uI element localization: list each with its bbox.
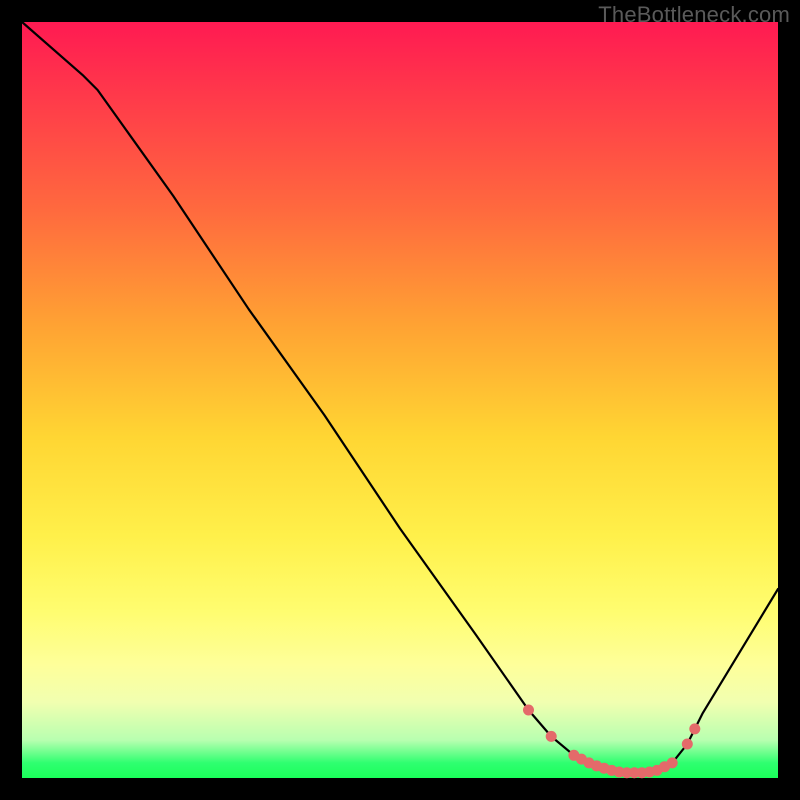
marker-point (667, 757, 678, 768)
marker-point (682, 739, 693, 750)
chart-svg (22, 22, 778, 778)
plot-area (22, 22, 778, 778)
marker-point (546, 731, 557, 742)
marker-group (523, 705, 700, 779)
marker-point (689, 723, 700, 734)
chart-frame: TheBottleneck.com (0, 0, 800, 800)
curve-path (22, 22, 778, 773)
marker-point (523, 705, 534, 716)
watermark-text: TheBottleneck.com (598, 2, 790, 28)
